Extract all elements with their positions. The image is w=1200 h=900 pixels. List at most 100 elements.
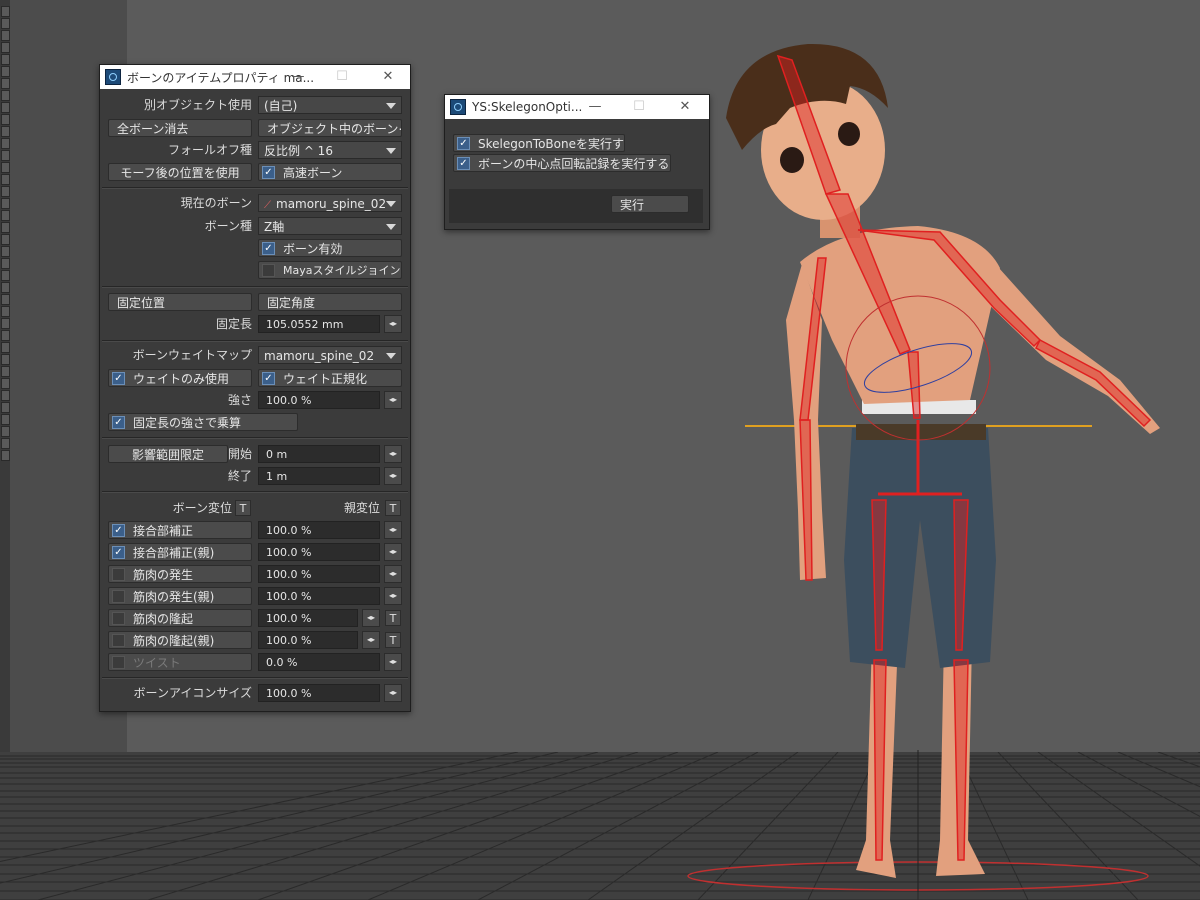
section-divider (102, 677, 408, 679)
execute-button[interactable]: 実行 (611, 195, 689, 213)
minimize-button[interactable]: — (573, 95, 617, 119)
maximize-button: ☐ (633, 99, 645, 114)
multiply-rest-length-checkbox[interactable]: ✓ 固定長の強さで乗算 (108, 413, 298, 431)
twist-checkbox: ツイスト (108, 653, 252, 671)
normalize-weights-checkbox[interactable]: ✓ ウェイト正規化 (258, 369, 402, 387)
joint-comp-field[interactable]: 100.0 % (258, 521, 380, 539)
unchecked-box-icon (262, 264, 275, 277)
joint-comp-stepper[interactable]: ◂▸ (384, 521, 402, 539)
muscle-flex-label: 筋肉の発生 (133, 568, 194, 582)
run-skelegon-to-bone-label: SkelegonToBoneを実行する (478, 137, 625, 151)
weightmap-dropdown[interactable]: mamoru_spine_02 (258, 346, 402, 364)
current-bone-label: 現在のボーン (180, 196, 252, 210)
multiply-rest-length-label: 固定長の強さで乗算 (133, 416, 242, 430)
twist-stepper[interactable]: ◂▸ (384, 653, 402, 671)
muscle-bulge-parent-stepper[interactable]: ◂▸ (362, 631, 380, 649)
muscle-bulge-checkbox[interactable]: 筋肉の隆起 (108, 609, 252, 627)
icon-size-field[interactable]: 100.0 % (258, 684, 380, 702)
rest-length-label: 固定長 (215, 317, 252, 331)
check-icon: ✓ (262, 242, 275, 255)
check-icon: ✓ (112, 372, 125, 385)
muscle-flex-parent-field[interactable]: 100.0 % (258, 587, 380, 605)
bone-type-dropdown[interactable]: Z軸 (258, 217, 402, 235)
section-divider (102, 187, 408, 189)
section-divider (102, 286, 408, 288)
maximize-button: ☐ (336, 69, 348, 84)
bone-active-checkbox[interactable]: ✓ ボーン有効 (258, 239, 402, 257)
unchecked-box-icon (112, 634, 125, 647)
weightmap-label: ボーンウェイトマップ (132, 348, 252, 362)
muscle-flex-parent-checkbox[interactable]: 筋肉の発生(親) (108, 587, 252, 605)
rest-position-button[interactable]: 固定位置 (108, 293, 252, 311)
bone-xform-t-button[interactable]: T (235, 500, 251, 516)
section-divider (102, 437, 408, 439)
muscle-bulge-label: 筋肉の隆起 (133, 612, 194, 626)
weight-only-checkbox[interactable]: ✓ ウェイトのみ使用 (108, 369, 252, 387)
record-pivot-rotation-checkbox[interactable]: ✓ ボーンの中心点回転記録を実行する (453, 154, 671, 172)
strength-field[interactable]: 100.0 % (258, 391, 380, 409)
joint-comp-checkbox[interactable]: ✓ 接合部補正 (108, 521, 252, 539)
icon-size-stepper[interactable]: ◂▸ (384, 684, 402, 702)
bone-properties-window: ボーンのアイテムプロパティ ma... — ☐ ✕ 別オブジェクト使用 (自己)… (99, 64, 411, 712)
check-icon: ✓ (112, 546, 125, 559)
close-button[interactable]: ✕ (663, 95, 707, 119)
unchecked-box-icon (112, 612, 125, 625)
run-skelegon-to-bone-checkbox[interactable]: ✓ SkelegonToBoneを実行する (453, 134, 625, 152)
current-bone-value: mamoru_spine_02 (276, 197, 387, 211)
strength-stepper[interactable]: ◂▸ (384, 391, 402, 409)
muscle-flex-stepper[interactable]: ◂▸ (384, 565, 402, 583)
range-end-field[interactable]: 1 m (258, 467, 380, 485)
weightmap-value: mamoru_spine_02 (264, 349, 375, 363)
range-end-stepper[interactable]: ◂▸ (384, 467, 402, 485)
muscle-bulge-parent-checkbox[interactable]: 筋肉の隆起(親) (108, 631, 252, 649)
parent-xform-label: 親変位 (343, 501, 380, 515)
rest-length-field[interactable]: 105.0552 mm (258, 315, 380, 333)
maya-joint-checkbox[interactable]: Mayaスタイルジョイント (258, 261, 402, 279)
torso (800, 226, 1000, 404)
muscle-bulge-t-button[interactable]: T (385, 610, 401, 626)
twist-field[interactable]: 0.0 % (258, 653, 380, 671)
chevron-down-icon (386, 201, 396, 207)
other-object-dropdown[interactable]: (自己) (258, 96, 402, 114)
section-divider (102, 491, 408, 493)
limited-range-button[interactable]: 影響範囲限定 (108, 445, 228, 463)
rest-length-stepper[interactable]: ◂▸ (384, 315, 402, 333)
minimize-button[interactable]: — (276, 65, 320, 89)
falloff-type-dropdown[interactable]: 反比例 ^ 16 (258, 141, 402, 159)
bone-properties-titlebar[interactable]: ボーンのアイテムプロパティ ma... — ☐ ✕ (100, 65, 410, 89)
muscle-bulge-parent-field[interactable]: 100.0 % (258, 631, 358, 649)
muscle-bulge-stepper[interactable]: ◂▸ (362, 609, 380, 627)
joint-comp-parent-field[interactable]: 100.0 % (258, 543, 380, 561)
muscle-flex-parent-stepper[interactable]: ◂▸ (384, 587, 402, 605)
joint-comp-parent-label: 接合部補正(親) (133, 546, 215, 560)
rest-rotation-button[interactable]: 固定角度 (258, 293, 402, 311)
unchecked-box-icon (112, 656, 125, 669)
skelegon-options-window: YS:SkelegonOpti... — ☐ ✕ ✓ SkelegonToBone… (444, 94, 710, 230)
other-object-label: 別オブジェクト使用 (143, 98, 252, 112)
range-start-field[interactable]: 0 m (258, 445, 380, 463)
muscle-flex-field[interactable]: 100.0 % (258, 565, 380, 583)
bone-icon: ⟋ (264, 200, 271, 211)
use-morphed-positions-button[interactable]: モーフ後の位置を使用 (108, 163, 252, 181)
close-button[interactable]: ✕ (366, 65, 410, 89)
skelegon-titlebar[interactable]: YS:SkelegonOpti... — ☐ ✕ (445, 95, 709, 119)
unchecked-box-icon (112, 568, 125, 581)
bone-xform-label: ボーン変位 (172, 501, 232, 515)
range-start-stepper[interactable]: ◂▸ (384, 445, 402, 463)
check-icon: ✓ (112, 524, 125, 537)
muscle-bulge-parent-t-button[interactable]: T (385, 632, 401, 648)
muscle-flex-checkbox[interactable]: 筋肉の発生 (108, 565, 252, 583)
joint-comp-parent-stepper[interactable]: ◂▸ (384, 543, 402, 561)
section-divider (102, 340, 408, 342)
current-bone-dropdown[interactable]: ⟋ mamoru_spine_02 (258, 194, 402, 212)
parent-xform-t-button[interactable]: T (385, 500, 401, 516)
clear-all-bones-button[interactable]: 全ボーン消去 (108, 119, 252, 137)
joint-comp-parent-checkbox[interactable]: ✓ 接合部補正(親) (108, 543, 252, 561)
chevron-down-icon (386, 224, 396, 230)
muscle-bulge-field[interactable]: 100.0 % (258, 609, 358, 627)
range-start-label: 開始 (227, 447, 252, 461)
bones-in-object-button[interactable]: オブジェクト中のボーン⋯ (258, 119, 402, 137)
faster-bones-checkbox[interactable]: ✓ 高速ボーン (258, 163, 402, 181)
jeans (844, 428, 996, 668)
check-icon: ✓ (112, 416, 125, 429)
